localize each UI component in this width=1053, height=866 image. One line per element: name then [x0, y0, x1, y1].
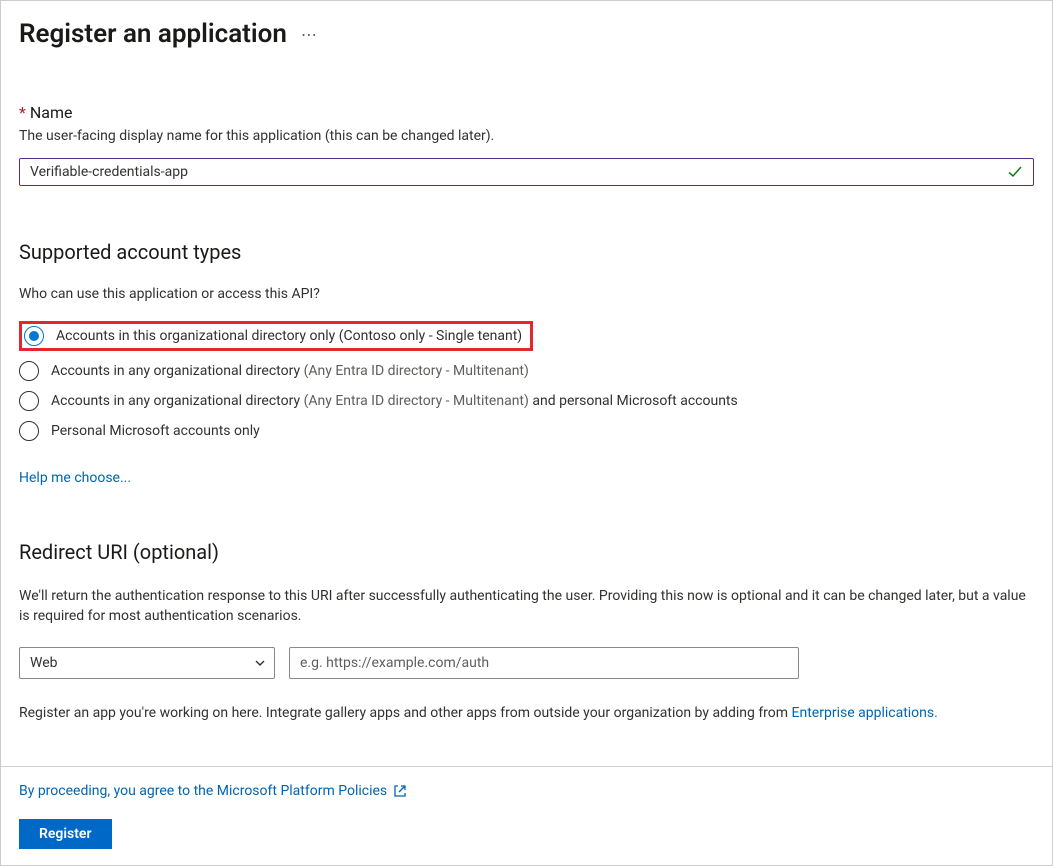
platform-value: Web: [30, 655, 58, 671]
help-me-choose-link[interactable]: Help me choose...: [19, 470, 131, 486]
radio-icon[interactable]: [24, 326, 44, 346]
register-button[interactable]: Register: [19, 819, 112, 849]
external-link-icon: [393, 784, 407, 798]
required-asterisk: *: [19, 103, 26, 122]
redirect-uri-heading: Redirect URI (optional): [19, 540, 1034, 564]
platform-policies-link[interactable]: By proceeding, you agree to the Microsof…: [19, 783, 387, 799]
account-type-option-2[interactable]: Accounts in any organizational directory…: [19, 386, 1034, 416]
page-title: Register an application: [19, 19, 287, 49]
account-type-option-3[interactable]: Personal Microsoft accounts only: [19, 416, 1034, 446]
platform-select[interactable]: Web: [19, 647, 275, 679]
account-types-sublabel: Who can use this application or access t…: [19, 286, 1034, 302]
chevron-down-icon: [254, 657, 266, 669]
name-input-wrap[interactable]: [19, 158, 1034, 186]
radio-icon[interactable]: [19, 391, 39, 411]
highlighted-option: Accounts in this organizational director…: [19, 321, 533, 351]
register-note: Register an app you're working on here. …: [19, 705, 1034, 721]
radio-label: Accounts in this organizational director…: [56, 328, 522, 344]
name-description: The user-facing display name for this ap…: [19, 128, 1034, 144]
checkmark-icon: [1007, 164, 1023, 180]
redirect-uri-description: We'll return the authentication response…: [19, 586, 1034, 627]
radio-label: Personal Microsoft accounts only: [51, 423, 260, 439]
more-icon[interactable]: ⋯: [301, 25, 319, 44]
name-label-text: Name: [30, 103, 73, 122]
account-type-option-0[interactable]: Accounts in this organizational director…: [19, 316, 1034, 356]
radio-label: Accounts in any organizational directory…: [51, 363, 529, 379]
account-type-option-1[interactable]: Accounts in any organizational directory…: [19, 356, 1034, 386]
name-label: *Name: [19, 103, 1034, 122]
register-note-pre: Register an app you're working on here. …: [19, 705, 792, 721]
redirect-uri-input[interactable]: [289, 647, 799, 679]
radio-icon[interactable]: [19, 361, 39, 381]
name-input[interactable]: [30, 164, 1001, 180]
radio-icon[interactable]: [19, 421, 39, 441]
account-types-heading: Supported account types: [19, 240, 1034, 264]
enterprise-applications-link[interactable]: Enterprise applications.: [792, 705, 938, 721]
account-types-radio-group: Accounts in this organizational director…: [19, 316, 1034, 446]
radio-label: Accounts in any organizational directory…: [51, 393, 738, 409]
